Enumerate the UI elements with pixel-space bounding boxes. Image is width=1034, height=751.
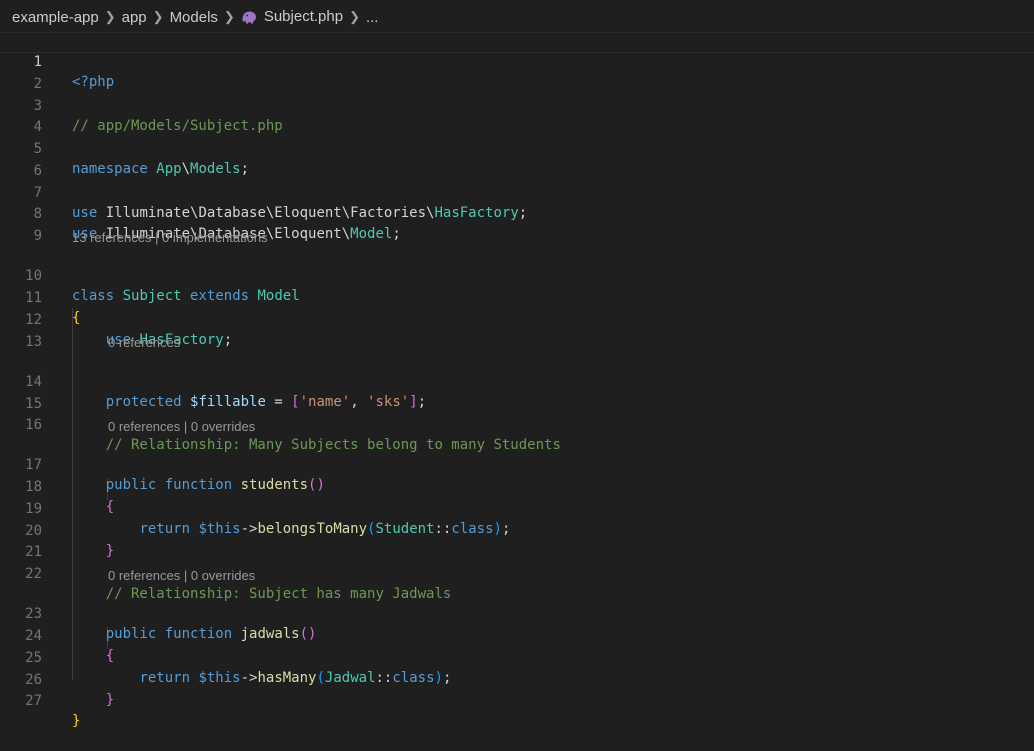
breadcrumb-item-file[interactable]: Subject.php (241, 8, 343, 25)
code-line-24[interactable]: 24 { (0, 606, 1034, 664)
chevron-right-icon: ❯ (104, 9, 116, 24)
code-line-19[interactable]: 19 return $this->belongsToMany(Student::… (0, 479, 1034, 537)
code-line-9[interactable]: 9 (0, 206, 1034, 244)
code-line-16[interactable]: 16 // Relationship: Many Subjects belong… (0, 395, 1034, 453)
code-line-7[interactable]: 7 use Illuminate\Database\Eloquent\Facto… (0, 163, 1034, 221)
code-line-2[interactable]: 2 (0, 54, 1034, 92)
chevron-right-icon: ❯ (349, 9, 360, 24)
code-line-14[interactable]: 14 protected $fillable = ['name', 'sks']… (0, 352, 1034, 410)
line-number[interactable]: 27 (0, 691, 42, 711)
code-line-12[interactable]: 12 use HasFactory; (0, 290, 1034, 348)
code-lens-class[interactable]: 13 references | 0 implementations (72, 229, 268, 246)
code-line-21[interactable]: 21 (0, 522, 1034, 560)
breadcrumb-item-example-app[interactable]: example-app (12, 9, 99, 26)
line-number[interactable]: 13 (0, 332, 42, 352)
code-line-10[interactable]: 10 class Subject extends Model (0, 246, 1034, 304)
line-number[interactable]: 16 (0, 415, 42, 435)
code-line-26[interactable]: 26 } (0, 650, 1034, 708)
code-line-15[interactable]: 15 (0, 374, 1034, 412)
code-line-3[interactable]: 3 // app/Models/Subject.php (0, 76, 1034, 134)
code-line-6[interactable]: 6 (0, 141, 1034, 179)
code-line-17[interactable]: 17 public function students() (0, 435, 1034, 493)
code-line-18[interactable]: 18 { (0, 457, 1034, 515)
code-line-22[interactable]: 22 // Relationship: Subject has many Jad… (0, 544, 1034, 602)
breadcrumb-item-models[interactable]: Models (170, 9, 218, 26)
chevron-right-icon: ❯ (223, 9, 235, 24)
code-line-20[interactable]: 20 } (0, 501, 1034, 559)
code-line-11[interactable]: 11 { (0, 268, 1034, 326)
chevron-right-icon: ❯ (152, 9, 164, 24)
code-lens-fillable[interactable]: 0 references (108, 334, 180, 351)
line-number[interactable]: 22 (0, 564, 42, 584)
code-line-4[interactable]: 4 (0, 97, 1034, 135)
code-editor[interactable]: 1 <?php 2 3 // app/Models/Subject.php 4 … (0, 32, 1034, 729)
breadcrumb-file-label: Subject.php (263, 8, 344, 26)
code-line-25[interactable]: 25 return $this->hasMany(Jadwal::class); (0, 628, 1034, 686)
line-number[interactable]: 9 (0, 226, 42, 246)
php-elephant-icon (242, 11, 256, 24)
breadcrumb-item-app[interactable]: app (122, 9, 147, 26)
breadcrumb: example-app ❯ app ❯ Models ❯ Subject.php… (0, 0, 1034, 34)
code-lens-students[interactable]: 0 references | 0 overrides (108, 418, 255, 435)
code-lens-jadwals[interactable]: 0 references | 0 overrides (108, 567, 255, 584)
breadcrumb-item-symbols[interactable]: ... (366, 9, 379, 26)
code-line-1[interactable]: 1 <?php (0, 32, 1034, 90)
code-line-13[interactable]: 13 (0, 312, 1034, 350)
code-line-27[interactable]: 27 } (0, 671, 1034, 729)
code-line-8[interactable]: 8 use Illuminate\Database\Eloquent\Model… (0, 184, 1034, 242)
code-line-5[interactable]: 5 namespace App\Models; (0, 119, 1034, 177)
code-line-23[interactable]: 23 public function jadwals() (0, 584, 1034, 642)
